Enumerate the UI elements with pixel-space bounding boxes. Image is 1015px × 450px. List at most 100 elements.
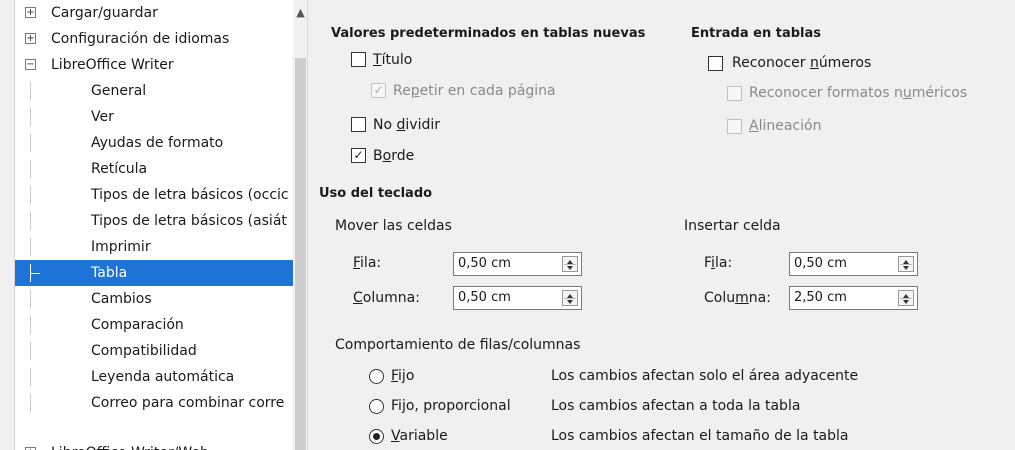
variable-description: Los cambios afectan el tamaño de la tabl… xyxy=(551,428,849,444)
scroll-up-icon[interactable]: ▲ xyxy=(293,0,307,26)
tree-item-label: Comparación xyxy=(91,317,184,333)
tree-item-label: Cargar/guardar xyxy=(51,5,158,21)
check-icon: ✓ xyxy=(353,148,364,162)
titulo-label[interactable]: Título xyxy=(373,52,412,68)
tree-connector xyxy=(30,134,31,152)
tree-item-cambios[interactable]: Cambios xyxy=(15,286,293,312)
titulo-checkbox[interactable] xyxy=(351,52,366,67)
defaults-heading: Valores predeterminados en tablas nuevas xyxy=(331,26,646,41)
tree-item-label: General xyxy=(91,83,147,99)
tree-connector xyxy=(30,82,31,100)
tree-item-tabla[interactable]: Tabla xyxy=(15,260,293,286)
insertar-fila-field[interactable]: 0,50 cm xyxy=(789,252,918,276)
repetir-label[interactable]: Repetir en cada página xyxy=(393,83,556,99)
tree-connector xyxy=(30,290,31,308)
tree-item-label: Imprimir xyxy=(91,239,151,255)
comportamiento-label: Comportamiento de filas/columnas xyxy=(335,337,581,353)
reconocer-numeros-label[interactable]: Reconocer números xyxy=(732,55,871,71)
spin-button-icon[interactable] xyxy=(898,290,914,306)
tree-scrollbar[interactable]: ▲ xyxy=(293,0,307,450)
scroll-thumb[interactable] xyxy=(295,58,306,450)
tree-item-correo-combinar[interactable]: Correo para combinar corre xyxy=(15,390,293,416)
alineacion-checkbox[interactable] xyxy=(727,119,742,134)
repetir-checkbox[interactable]: ✓ xyxy=(371,83,386,98)
input-heading: Entrada en tablas xyxy=(691,26,821,41)
borde-checkbox[interactable]: ✓ xyxy=(351,148,366,163)
insertar-columna-value[interactable]: 2,50 cm xyxy=(794,290,847,305)
fijo-proporcional-description: Los cambios afectan a toda la tabla xyxy=(551,398,801,414)
tree-connector xyxy=(30,273,40,274)
tree-item-configuracion-idiomas[interactable]: + Configuración de idiomas xyxy=(15,26,293,52)
tree-connector xyxy=(30,212,31,230)
variable-label[interactable]: Variable xyxy=(391,428,448,444)
fijo-description: Los cambios afectan solo el área adyacen… xyxy=(551,368,859,384)
radio-selected-dot xyxy=(373,433,380,440)
mover-columna-value[interactable]: 0,50 cm xyxy=(458,290,511,305)
expand-icon[interactable]: + xyxy=(25,7,36,18)
expand-icon[interactable]: + xyxy=(25,33,36,44)
mover-fila-value[interactable]: 0,50 cm xyxy=(458,256,511,271)
reconocer-formatos-label[interactable]: Reconocer formatos numéricos xyxy=(749,85,967,101)
tree-connector xyxy=(30,394,31,412)
no-dividir-checkbox[interactable] xyxy=(351,117,366,132)
tree-item-label: Retícula xyxy=(91,161,148,177)
check-icon: ✓ xyxy=(373,83,384,97)
fijo-radio[interactable] xyxy=(369,369,384,384)
variable-radio[interactable] xyxy=(369,429,384,444)
tree-item-label: Cambios xyxy=(91,291,152,307)
tree-item-label: Ver xyxy=(91,109,114,125)
fijo-proporcional-label[interactable]: Fijo, proporcional xyxy=(391,398,511,414)
tree-item-reticula[interactable]: Retícula xyxy=(15,156,293,182)
mover-columna-field[interactable]: 0,50 cm xyxy=(453,286,582,310)
tree-item-label: Correo para combinar corre xyxy=(91,395,285,411)
mover-fila-field[interactable]: 0,50 cm xyxy=(453,252,582,276)
tree-item-tipos-letra-occidental[interactable]: Tipos de letra básicos (occic xyxy=(15,182,293,208)
tree-item-ayudas-formato[interactable]: Ayudas de formato xyxy=(15,130,293,156)
tree-connector xyxy=(30,186,31,204)
tree-item-imprimir[interactable]: Imprimir xyxy=(15,234,293,260)
tree-connector xyxy=(30,108,31,126)
spin-button-icon[interactable] xyxy=(562,256,578,272)
tree-item-label: Tipos de letra básicos (occic xyxy=(91,187,289,203)
tree-item-compatibilidad[interactable]: Compatibilidad xyxy=(15,338,293,364)
insertar-columna-label: Columna: xyxy=(704,290,771,306)
tree-item-libreoffice-writer-web[interactable]: + LibreOffice Writer/Web xyxy=(15,440,293,450)
spin-button-icon[interactable] xyxy=(562,290,578,306)
options-tree[interactable]: + Cargar/guardar + Configuración de idio… xyxy=(14,0,308,450)
fijo-proporcional-radio[interactable] xyxy=(369,399,384,414)
tree-item-label: LibreOffice Writer/Web xyxy=(51,440,209,450)
tree-item-libreoffice-writer[interactable]: − LibreOffice Writer xyxy=(15,52,293,78)
no-dividir-label[interactable]: No dividir xyxy=(373,117,440,133)
tree-item-tipos-letra-asiatico[interactable]: Tipos de letra básicos (asiát xyxy=(15,208,293,234)
collapse-icon[interactable]: − xyxy=(25,59,36,70)
insertar-columna-field[interactable]: 2,50 cm xyxy=(789,286,918,310)
reconocer-numeros-checkbox[interactable] xyxy=(708,56,723,71)
tree-item-cargar-guardar[interactable]: + Cargar/guardar xyxy=(15,0,293,26)
mover-fila-label: Fila: xyxy=(353,255,382,271)
keyboard-heading: Uso del teclado xyxy=(319,186,433,201)
tree-item-label: Tipos de letra básicos (asiát xyxy=(91,213,287,229)
tree-item-comparacion[interactable]: Comparación xyxy=(15,312,293,338)
tree-item-label: Configuración de idiomas xyxy=(51,31,230,47)
insertar-fila-label: Fila: xyxy=(704,255,733,271)
tree-connector xyxy=(30,368,31,386)
tree-item-leyenda-automatica[interactable]: Leyenda automática xyxy=(15,364,293,390)
tree-connector xyxy=(30,160,31,178)
spin-button-icon[interactable] xyxy=(898,256,914,272)
tree-item-ver[interactable]: Ver xyxy=(15,104,293,130)
mover-columna-label: Columna: xyxy=(353,290,420,306)
tree-connector xyxy=(30,238,31,256)
insertar-fila-value[interactable]: 0,50 cm xyxy=(794,256,847,271)
borde-label[interactable]: Borde xyxy=(373,148,414,164)
tree-item-label: Tabla xyxy=(91,265,128,281)
tree-item-label: Leyenda automática xyxy=(91,369,235,385)
tree-item-label: Ayudas de formato xyxy=(91,135,224,151)
fijo-label[interactable]: Fijo xyxy=(391,368,414,384)
insertar-celda-label: Insertar celda xyxy=(684,218,781,234)
tree-item-label: Compatibilidad xyxy=(91,343,197,359)
reconocer-formatos-checkbox[interactable] xyxy=(727,86,742,101)
tree-item-label: LibreOffice Writer xyxy=(51,57,174,73)
tree-item-general[interactable]: General xyxy=(15,78,293,104)
mover-celdas-label: Mover las celdas xyxy=(335,218,452,234)
alineacion-label[interactable]: Alineación xyxy=(749,118,821,134)
